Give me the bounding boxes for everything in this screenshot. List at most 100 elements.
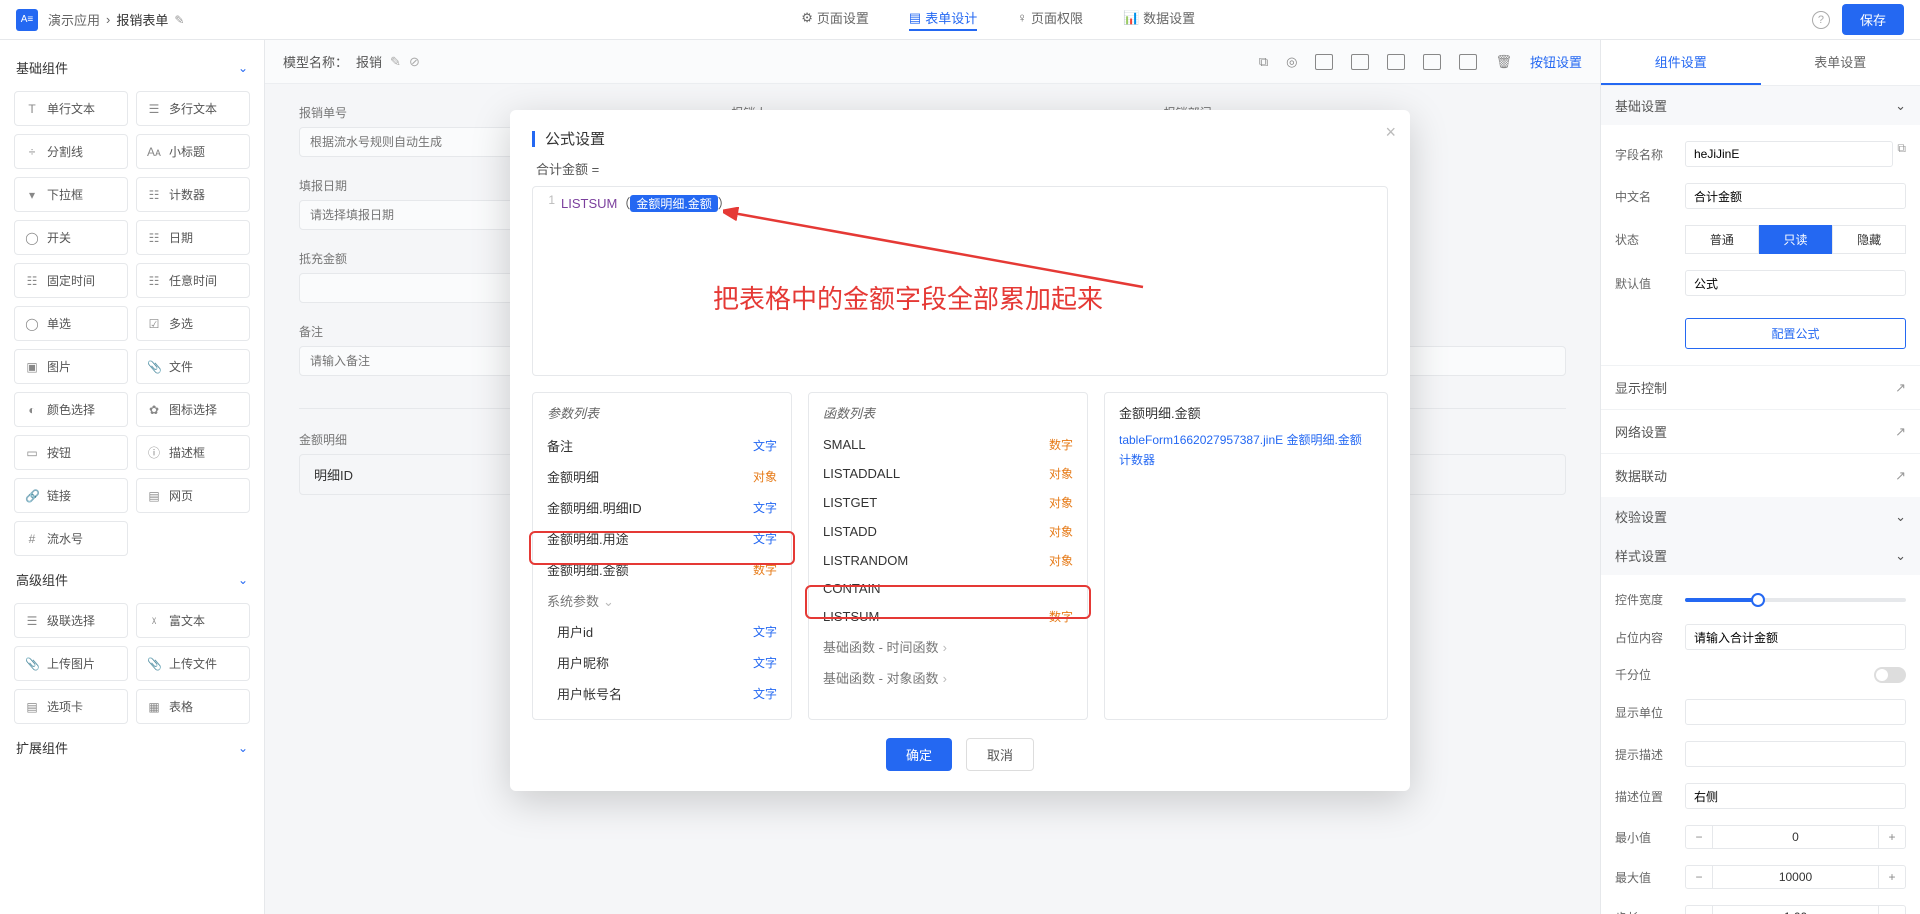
layout2-icon[interactable] [1351,54,1369,70]
section-validation[interactable]: 校验设置⌄ [1601,497,1920,536]
function-list: 函数列表 SMALL数字LISTADDALL对象LISTGET对象LISTADD… [808,392,1088,720]
placeholder-input[interactable] [1685,624,1906,650]
list-item[interactable]: 用户id文字 [543,616,791,647]
list-item[interactable]: LISTRANDOM对象 [809,546,1087,575]
list-item[interactable]: LISTGET对象 [809,488,1087,517]
breadcrumb-page[interactable]: 报销表单 [116,10,168,29]
status-segment[interactable]: 普通 只读 隐藏 [1685,225,1906,254]
system-params-group[interactable]: 系统参数⌄ [533,585,791,616]
component-item[interactable]: #流水号 [14,521,128,556]
layout3-icon[interactable] [1387,54,1405,70]
link-icon[interactable]: ⧉ [1259,54,1268,70]
component-item[interactable]: 📎文件 [136,349,250,384]
tab-data-settings[interactable]: 📊数据设置 [1123,8,1195,31]
tab-page-settings[interactable]: ⚙页面设置 [801,8,869,31]
tab-form-design[interactable]: ▤表单设计 [909,8,977,31]
cn-name-input[interactable] [1685,183,1906,209]
data-linkage[interactable]: 数据联动↗ [1601,453,1920,497]
component-item[interactable]: ᵡ富文本 [136,603,250,638]
layout4-icon[interactable] [1423,54,1441,70]
component-item[interactable]: ☷日期 [136,220,250,255]
component-item[interactable]: ☷固定时间 [14,263,128,298]
tab-page-permission[interactable]: ♀页面权限 [1017,8,1083,31]
layout5-icon[interactable] [1459,54,1477,70]
layout1-icon[interactable] [1315,54,1333,70]
component-item[interactable]: ▣图片 [14,349,128,384]
component-item[interactable]: ☷任意时间 [136,263,250,298]
width-slider[interactable] [1685,598,1906,602]
component-item[interactable]: ◯单选 [14,306,128,341]
component-item[interactable]: 🔗链接 [14,478,128,513]
function-group[interactable]: 基础函数 - 时间函数› [809,631,1087,662]
component-item[interactable]: ◯开关 [14,220,128,255]
section-style[interactable]: 样式设置⌄ [1601,536,1920,575]
list-item[interactable]: 用户帐号名文字 [543,678,791,709]
edit-icon[interactable]: ✎ [390,54,401,70]
component-item[interactable]: 📎上传图片 [14,646,128,681]
list-item[interactable]: LISTADDALL对象 [809,459,1087,488]
list-item[interactable]: LISTSUM数字 [809,602,1087,631]
ok-button[interactable]: 确定 [886,738,952,771]
list-item[interactable]: 金额明细.金额数字 [533,554,791,585]
desc-pos-select[interactable] [1685,783,1906,809]
component-item[interactable]: ☷计数器 [136,177,250,212]
list-item[interactable]: 金额明细对象 [533,461,791,492]
component-item[interactable]: ▤网页 [136,478,250,513]
component-item[interactable]: ☰多行文本 [136,91,250,126]
component-item[interactable]: ÷分割线 [14,134,128,169]
config-formula-button[interactable]: 配置公式 [1685,318,1906,349]
close-icon[interactable]: × [1385,122,1396,143]
max-stepper[interactable]: −10000+ [1685,865,1906,889]
formula-editor[interactable]: 1 LISTSUM（金额明细.金额） 把表格中的金额字段全部累加起来 [532,186,1388,376]
help-icon[interactable]: ? [1812,11,1830,29]
hint-input[interactable] [1685,741,1906,767]
external-icon: ↗ [1895,424,1906,440]
field-name-input[interactable] [1685,141,1893,167]
display-control[interactable]: 显示控制↗ [1601,365,1920,409]
cancel-button[interactable]: 取消 [966,738,1034,771]
list-item[interactable]: SMALL数字 [809,430,1087,459]
function-group[interactable]: 基础函数 - 对象函数› [809,662,1087,693]
component-item[interactable]: ◐颜色选择 [14,392,128,427]
component-item[interactable]: ▭按钮 [14,435,128,470]
component-item[interactable]: ☰级联选择 [14,603,128,638]
edit-icon[interactable]: ✎ [174,13,184,27]
list-item[interactable]: CONTAIN [809,575,1087,602]
list-item[interactable]: LISTADD对象 [809,517,1087,546]
save-button[interactable]: 保存 [1842,4,1904,35]
section-basic[interactable]: 基础设置⌄ [1601,86,1920,125]
network-settings[interactable]: 网络设置↗ [1601,409,1920,453]
attach-icon[interactable]: ⊘ [409,54,420,70]
component-item[interactable]: ▤选项卡 [14,689,128,724]
component-item[interactable]: ▾下拉框 [14,177,128,212]
component-item[interactable]: 📎上传文件 [136,646,250,681]
component-item[interactable]: ⓘ描述框 [136,435,250,470]
tab-component-settings[interactable]: 组件设置 [1601,40,1761,85]
button-settings[interactable]: 按钮设置 [1530,52,1582,71]
component-item[interactable]: ▦表格 [136,689,250,724]
formula-label: 合计金额 = [536,159,1384,178]
preview-icon[interactable]: ◎ [1286,54,1297,70]
list-item[interactable]: 用户昵称文字 [543,647,791,678]
unit-input[interactable] [1685,699,1906,725]
external-icon: ↗ [1895,380,1906,396]
component-item[interactable]: Aᴀ小标题 [136,134,250,169]
tab-form-settings[interactable]: 表单设置 [1761,40,1920,85]
component-item[interactable]: T单行文本 [14,91,128,126]
group-extended[interactable]: 扩展组件⌄ [10,728,254,767]
group-advanced[interactable]: 高级组件⌄ [10,560,254,599]
group-basic[interactable]: 基础组件⌄ [10,48,254,87]
component-item[interactable]: ✿图标选择 [136,392,250,427]
list-item[interactable]: 备注文字 [533,430,791,461]
step-stepper[interactable]: −1.00+ [1685,905,1906,914]
copy-icon[interactable]: ⧉ [1897,141,1906,167]
list-item[interactable]: 金额明细.用途文字 [533,523,791,554]
default-value-select[interactable] [1685,270,1906,296]
min-stepper[interactable]: −0+ [1685,825,1906,849]
thousand-switch[interactable] [1874,667,1906,683]
delete-icon[interactable]: 🗑 [1495,54,1512,70]
list-item[interactable]: 金额明细.明细ID文字 [533,492,791,523]
app-icon[interactable]: A≡ [16,9,38,31]
component-item[interactable]: ☑多选 [136,306,250,341]
breadcrumb-app[interactable]: 演示应用 [48,10,100,29]
